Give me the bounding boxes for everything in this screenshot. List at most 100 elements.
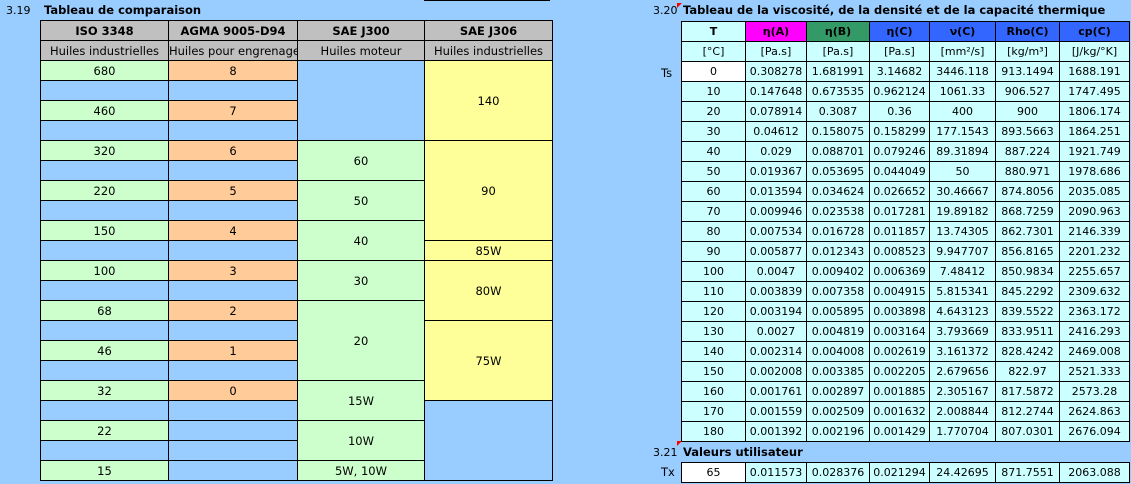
temperature-cell[interactable]: 120	[681, 301, 746, 322]
viscosity-data-row: 70 0.009946 0.023538 0.017281 19.89182 868.72…	[681, 201, 1130, 222]
temperature-cell[interactable]: 20	[681, 101, 746, 122]
sae-j306-cell[interactable]: 90	[424, 140, 553, 241]
iso-cell[interactable]: 100	[40, 260, 169, 281]
agma-cell[interactable]: 2	[168, 300, 298, 321]
agma-cell[interactable]: 8	[168, 60, 298, 81]
agma-cell[interactable]	[168, 400, 298, 421]
agma-cell[interactable]: 5	[168, 180, 298, 201]
agma-cell[interactable]	[168, 240, 298, 261]
iso-cell[interactable]	[40, 400, 169, 421]
value-cell: 2363.172	[1059, 301, 1130, 322]
iso-cell[interactable]	[40, 200, 169, 221]
sae-j300-cell[interactable]: 50	[297, 180, 425, 221]
value-cell: 2416.293	[1059, 321, 1130, 342]
sae-j300-cell[interactable]: 30	[297, 260, 425, 301]
iso-cell[interactable]	[40, 80, 169, 101]
viscosity-data-row: 20 0.078914 0.3087 0.36 400 900 1806.174	[681, 101, 1130, 122]
value-cell: 3.161372	[929, 341, 996, 362]
iso-cell[interactable]: 15	[40, 460, 169, 481]
iso-cell[interactable]: 32	[40, 380, 169, 401]
sae-j300-cell[interactable]	[297, 60, 425, 141]
value-cell: 906.527	[995, 81, 1060, 102]
iso-cell[interactable]: 68	[40, 300, 169, 321]
temperature-cell[interactable]: 0	[681, 61, 746, 82]
agma-cell[interactable]	[168, 120, 298, 141]
temperature-cell[interactable]: 70	[681, 201, 746, 222]
ts-row-label: Ts	[661, 66, 673, 80]
agma-cell[interactable]: 1	[168, 340, 298, 361]
temperature-cell[interactable]: 110	[681, 281, 746, 302]
sae-j300-cell[interactable]: 15W	[297, 380, 425, 421]
temperature-cell[interactable]: 160	[681, 381, 746, 402]
agma-cell[interactable]	[168, 420, 298, 441]
temperature-cell[interactable]: 90	[681, 241, 746, 262]
iso-cell[interactable]	[40, 160, 169, 181]
temperature-cell[interactable]: 10	[681, 81, 746, 102]
temperature-cell[interactable]: 180	[681, 421, 746, 442]
sae-j306-cell[interactable]: 85W	[424, 240, 553, 261]
value-cell: 1921.749	[1059, 141, 1130, 162]
agma-cell[interactable]	[168, 200, 298, 221]
temperature-cell[interactable]: 170	[681, 401, 746, 422]
viscosity-column-header: η(C)	[869, 21, 930, 42]
iso-cell[interactable]: 46	[40, 340, 169, 361]
temperature-cell[interactable]: 30	[681, 121, 746, 142]
iso-cell[interactable]	[40, 240, 169, 261]
value-cell: 0.04612	[745, 121, 807, 142]
iso-cell[interactable]: 220	[40, 180, 169, 201]
temperature-cell[interactable]: 140	[681, 341, 746, 362]
agma-cell[interactable]	[168, 280, 298, 301]
agma-cell[interactable]	[168, 80, 298, 101]
agma-cell[interactable]: 3	[168, 260, 298, 281]
value-cell: 0.001632	[869, 401, 930, 422]
agma-cell[interactable]: 7	[168, 100, 298, 121]
iso-cell[interactable]	[40, 120, 169, 141]
temperature-cell[interactable]: 150	[681, 361, 746, 382]
temperature-cell[interactable]: 130	[681, 321, 746, 342]
iso-cell[interactable]: 320	[40, 140, 169, 161]
value-cell: 0.029	[745, 141, 807, 162]
sae-j300-cell[interactable]: 20	[297, 300, 425, 381]
sae-j300-cell[interactable]: 40	[297, 220, 425, 261]
value-cell: 0.002205	[869, 361, 930, 382]
temperature-cell[interactable]: 40	[681, 141, 746, 162]
iso-cell[interactable]	[40, 320, 169, 341]
iso-cell[interactable]: 460	[40, 100, 169, 121]
agma-cell[interactable]	[168, 440, 298, 461]
sae-j300-cell[interactable]: 5W, 10W	[297, 460, 425, 481]
agma-cell[interactable]	[168, 160, 298, 181]
temperature-cell[interactable]: 100	[681, 261, 746, 282]
temperature-cell[interactable]: 50	[681, 161, 746, 182]
iso-cell[interactable]	[40, 360, 169, 381]
sae-j300-cell[interactable]: 10W	[297, 420, 425, 461]
temperature-cell[interactable]: 60	[681, 181, 746, 202]
sae-j306-cell[interactable]: 75W	[424, 320, 553, 401]
agma-cell[interactable]	[168, 460, 298, 481]
tx-input-cell[interactable]: 65	[681, 462, 746, 483]
agma-cell[interactable]: 0	[168, 380, 298, 401]
user-values-table: 65 0.011573 0.028376 0.021294 24.42695 871.75…	[681, 462, 1130, 483]
value-cell: 0.013594	[745, 181, 807, 202]
value-cell: 0.053695	[806, 161, 870, 182]
iso-cell[interactable]	[40, 440, 169, 461]
value-cell: 0.002619	[869, 341, 930, 362]
sae-j306-cell[interactable]	[424, 400, 553, 481]
column-subheader: Huiles industrielles	[40, 40, 169, 61]
sae-j300-cell[interactable]: 60	[297, 140, 425, 181]
sae-j306-cell[interactable]: 140	[424, 60, 553, 141]
iso-cell[interactable]: 150	[40, 220, 169, 241]
value-cell: 0.001392	[745, 421, 807, 442]
iso-cell[interactable]	[40, 280, 169, 301]
value-cell: 0.002897	[806, 381, 870, 402]
value-cell: 2309.632	[1059, 281, 1130, 302]
agma-cell[interactable]	[168, 360, 298, 381]
iso-cell[interactable]: 22	[40, 420, 169, 441]
iso-cell[interactable]: 680	[40, 60, 169, 81]
agma-cell[interactable]: 4	[168, 220, 298, 241]
agma-cell[interactable]	[168, 320, 298, 341]
sae-j306-cell[interactable]: 80W	[424, 260, 553, 321]
temperature-cell[interactable]: 80	[681, 221, 746, 242]
value-cell: 2090.963	[1059, 201, 1130, 222]
agma-cell[interactable]: 6	[168, 140, 298, 161]
value-cell: 0.158075	[806, 121, 870, 142]
